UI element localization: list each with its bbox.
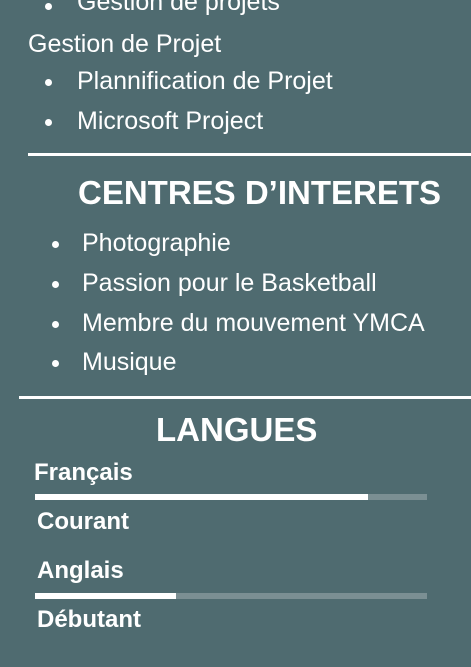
skill-item: Microsoft Project [77,107,264,135]
language-level: Courant [37,508,129,535]
section-divider [19,396,471,399]
bullet-icon [52,321,59,328]
language-name: Français [34,459,133,486]
skill-group-title: Gestion de Projet [28,30,222,58]
bullet-icon [45,119,52,126]
interest-item: Membre du mouvement YMCA [82,309,425,337]
bullet-icon [52,360,59,367]
section-title-languages: LANGUES [156,411,318,448]
bullet-icon [45,3,52,10]
language-name: Anglais [37,557,124,584]
skill-item: Plannification de Projet [77,67,333,95]
section-divider [28,153,471,156]
skill-item: Gestion de projets [77,0,280,16]
language-proficiency-bar [35,593,427,599]
language-level: Débutant [37,606,141,633]
bullet-icon [45,79,52,86]
language-proficiency-fill [35,494,369,500]
interest-item: Musique [82,348,177,376]
bullet-icon [52,241,59,248]
language-proficiency-fill [35,593,177,599]
interest-item: Passion pour le Basketball [82,269,377,297]
section-title-interests: CENTRES D’INTERETS [78,174,442,211]
interest-item: Photographie [82,229,231,257]
bullet-icon [52,281,59,288]
resume-sidebar: Gestion de projets Gestion de Projet Pla… [0,0,471,667]
language-proficiency-bar [35,494,427,500]
